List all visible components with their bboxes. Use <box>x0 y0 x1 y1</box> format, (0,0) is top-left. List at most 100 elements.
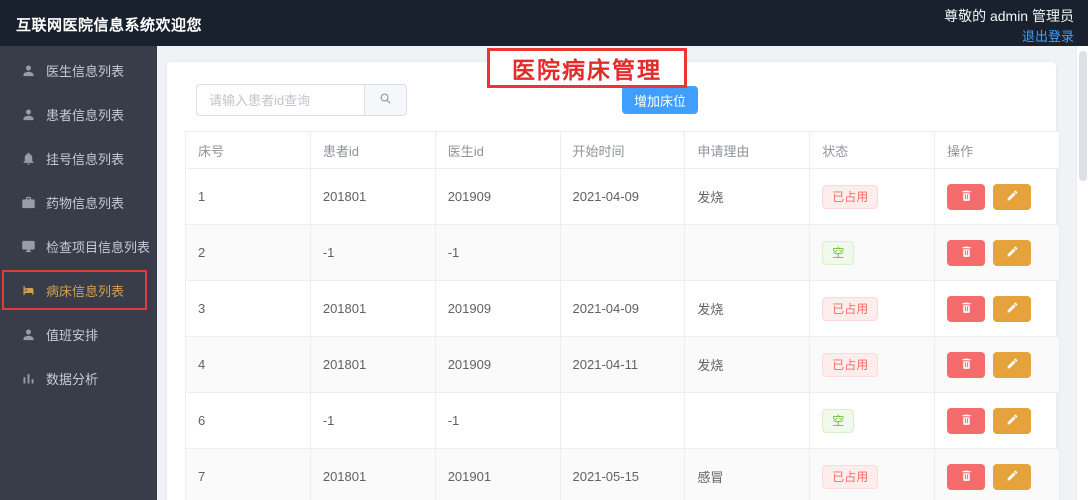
cell-status: 空 <box>809 224 936 281</box>
cell-doctor-id: -1 <box>434 392 561 449</box>
cell-doctor-id: 201909 <box>434 336 561 393</box>
cell-actions <box>934 168 1060 225</box>
cell-start-date <box>559 224 686 281</box>
sidebar-item-label: 挂号信息列表 <box>46 151 125 167</box>
cell-bed-number: 6 <box>185 392 311 449</box>
cell-status: 已占用 <box>809 280 936 337</box>
sidebar-item-3[interactable]: 挂号信息列表 <box>0 136 157 180</box>
sidebar-item-7[interactable]: 值班安排 <box>0 312 157 356</box>
edit-button[interactable] <box>993 239 1032 266</box>
cell-actions <box>934 392 1060 449</box>
table-header-row: 床号 患者id 医生id 开始时间 申请理由 状态 操作 <box>185 131 1060 169</box>
table-row: 1 201801 201909 2021-04-09 发烧 已占用 <box>185 168 1060 225</box>
cell-start-date <box>559 392 686 449</box>
table-row: 6 -1 -1 空 <box>185 392 1060 449</box>
sidebar-item-label: 检查项目信息列表 <box>46 239 151 255</box>
delete-button[interactable] <box>947 407 986 434</box>
scrollbar[interactable] <box>1076 46 1088 500</box>
delete-button[interactable] <box>947 239 986 266</box>
add-bed-button[interactable]: 增加床位 <box>622 86 698 114</box>
table-row: 4 201801 201909 2021-04-11 发烧 已占用 <box>185 336 1060 393</box>
delete-button[interactable] <box>947 295 986 322</box>
trash-icon <box>960 189 973 205</box>
cell-start-date: 2021-04-11 <box>559 336 686 393</box>
column-header: 操作 <box>934 131 1060 169</box>
bell-icon <box>21 151 36 166</box>
pen-icon <box>1006 245 1019 261</box>
trash-icon <box>960 245 973 261</box>
cell-patient-id: -1 <box>309 392 436 449</box>
cell-actions <box>934 224 1060 281</box>
cell-status: 已占用 <box>809 336 936 393</box>
cell-status: 空 <box>809 392 936 449</box>
cell-doctor-id: -1 <box>434 224 561 281</box>
column-header: 申请理由 <box>684 131 811 169</box>
search-button[interactable] <box>364 84 407 116</box>
cell-patient-id: 201801 <box>309 280 436 337</box>
cell-patient-id: -1 <box>309 224 436 281</box>
column-header: 开始时间 <box>559 131 686 169</box>
duty-user-icon <box>21 327 36 342</box>
cell-doctor-id: 201909 <box>434 168 561 225</box>
edit-button[interactable] <box>993 295 1032 322</box>
column-header: 患者id <box>309 131 436 169</box>
cell-doctor-id: 201909 <box>434 280 561 337</box>
sidebar-item-5[interactable]: 检查项目信息列表 <box>0 224 157 268</box>
delete-button[interactable] <box>947 351 986 378</box>
sidebar-item-label: 值班安排 <box>46 327 99 343</box>
delete-button[interactable] <box>947 463 986 490</box>
cell-reason: 感冒 <box>684 448 811 500</box>
sidebar-item-6[interactable]: 病床信息列表 <box>0 268 157 312</box>
trash-icon <box>960 357 973 373</box>
search-input[interactable] <box>196 84 364 116</box>
patient-user-icon <box>21 107 36 122</box>
medicine-case-icon <box>21 195 36 210</box>
sidebar-item-label: 药物信息列表 <box>46 195 125 211</box>
sidebar-item-label: 患者信息列表 <box>46 107 125 123</box>
status-badge: 已占用 <box>822 296 879 321</box>
trash-icon <box>960 469 973 485</box>
sidebar-item-label: 医生信息列表 <box>46 63 125 79</box>
cell-reason <box>684 224 811 281</box>
edit-button[interactable] <box>993 183 1032 210</box>
logout-link[interactable]: 退出登录 <box>1022 26 1074 45</box>
content-card: 增加床位 床号患者id医生id开始时间申请理由状态操作 120180120190… <box>167 62 1060 500</box>
column-header: 状态 <box>809 131 936 169</box>
trash-icon <box>960 413 973 429</box>
cell-start-date: 2021-04-09 <box>559 280 686 337</box>
pen-icon <box>1006 357 1019 373</box>
bed-icon <box>21 283 36 298</box>
cell-bed-number: 2 <box>185 224 311 281</box>
pen-icon <box>1006 189 1019 205</box>
beds-table: 床号 患者id 医生id 开始时间 申请理由 状态 操作 1 201801 201909 2021… <box>185 131 1060 500</box>
cell-start-date: 2021-04-09 <box>559 168 686 225</box>
pen-icon <box>1006 413 1019 429</box>
doctor-user-icon <box>21 63 36 78</box>
delete-button[interactable] <box>947 183 986 210</box>
cell-patient-id: 201801 <box>309 448 436 500</box>
cell-patient-id: 201801 <box>309 168 436 225</box>
cell-start-date: 2021-05-15 <box>559 448 686 500</box>
sidebar-item-4[interactable]: 药物信息列表 <box>0 180 157 224</box>
bar-chart-icon <box>21 371 36 386</box>
sidebar-item-1[interactable]: 医生信息列表 <box>0 48 157 92</box>
cell-status: 已占用 <box>809 448 936 500</box>
cell-actions <box>934 280 1060 337</box>
status-badge: 空 <box>822 240 855 265</box>
edit-button[interactable] <box>993 407 1032 434</box>
status-badge: 已占用 <box>822 464 879 489</box>
edit-button[interactable] <box>993 351 1032 378</box>
cell-bed-number: 4 <box>185 336 311 393</box>
sidebar-item-label: 数据分析 <box>46 371 99 387</box>
trash-icon <box>960 301 973 317</box>
sidebar-item-2[interactable]: 患者信息列表 <box>0 92 157 136</box>
status-badge: 已占用 <box>822 352 879 377</box>
search-group <box>196 84 407 116</box>
sidebar-item-8[interactable]: 数据分析 <box>0 356 157 400</box>
pen-icon <box>1006 301 1019 317</box>
edit-button[interactable] <box>993 463 1032 490</box>
cell-actions <box>934 336 1060 393</box>
cell-doctor-id: 201901 <box>434 448 561 500</box>
scrollbar-thumb[interactable] <box>1079 51 1087 181</box>
cell-bed-number: 1 <box>185 168 311 225</box>
